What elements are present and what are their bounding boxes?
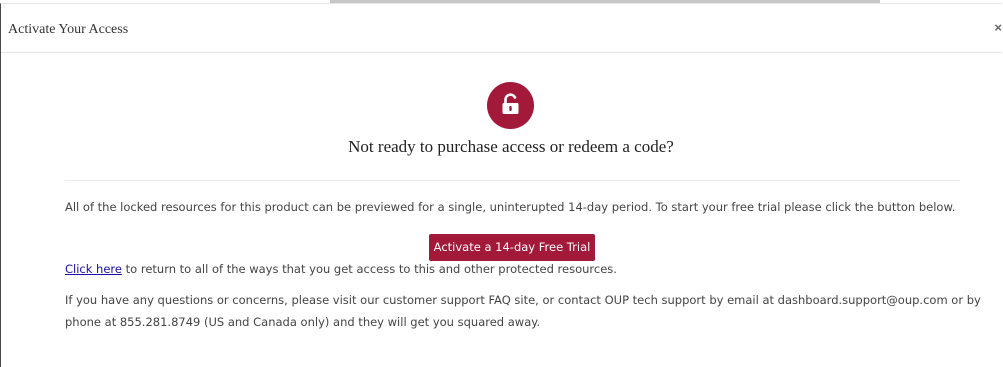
modal-title: Activate Your Access (8, 22, 129, 37)
activate-access-modal: Activate Your Access × Not ready to purc… (0, 3, 1002, 367)
return-line-text: to return to all of the ways that you ge… (121, 262, 617, 276)
activate-free-trial-button[interactable]: Activate a 14-day Free Trial (429, 234, 595, 261)
unlock-icon (487, 82, 534, 129)
support-line-1: If you have any questions or concerns, p… (65, 293, 981, 307)
headline: Not ready to purchase access or redeem a… (348, 137, 674, 156)
support-line-2: phone at 855.281.8749 (US and Canada onl… (65, 315, 541, 329)
divider (65, 180, 960, 181)
close-button[interactable]: × (994, 21, 1002, 35)
unlock-glyph (502, 93, 519, 114)
return-line: Click here to return to all of the ways … (65, 258, 617, 280)
modal-header: Activate Your Access × (1, 4, 1002, 53)
click-here-link[interactable]: Click here (65, 262, 122, 276)
trial-description: All of the locked resources for this pro… (65, 200, 956, 214)
